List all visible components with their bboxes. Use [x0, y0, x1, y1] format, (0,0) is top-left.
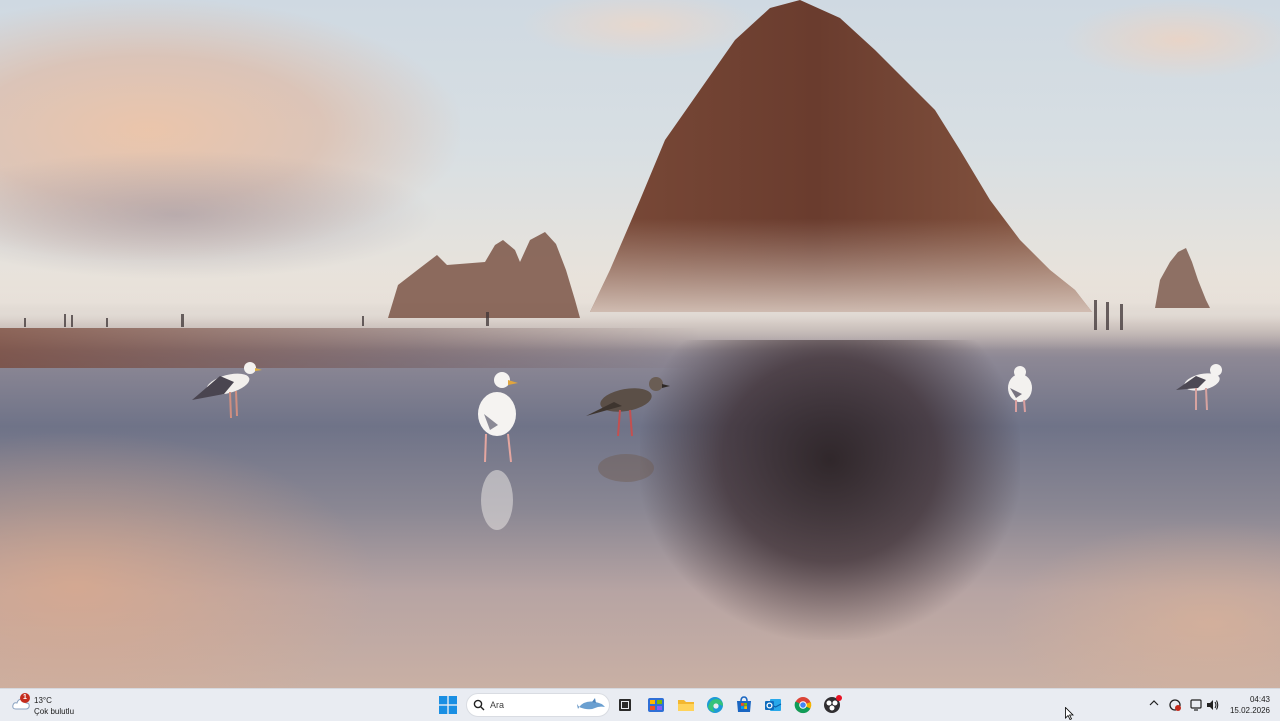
- seagull: [192, 362, 262, 419]
- seagull: [1176, 364, 1222, 411]
- security-shield-icon[interactable]: [1168, 698, 1182, 712]
- sea-stacks: [388, 232, 580, 318]
- volume-icon[interactable]: [1205, 698, 1219, 712]
- taskbar: 1 13°C Çok bulutlu Ara 04:43 15.02.2026: [0, 688, 1280, 721]
- network-icon[interactable]: [1189, 698, 1203, 712]
- outlook-icon[interactable]: [763, 695, 783, 715]
- far-sea-stack: [1155, 248, 1210, 308]
- windows-start-icon[interactable]: [439, 696, 457, 714]
- chevron-up-icon[interactable]: [1149, 699, 1159, 707]
- microsoft-store-icon[interactable]: [734, 695, 754, 715]
- store-bundle-icon[interactable]: [646, 695, 666, 715]
- taskbar-clock[interactable]: 04:43 15.02.2026: [1226, 694, 1270, 716]
- obs-studio-icon[interactable]: [822, 695, 842, 715]
- search-icon: [473, 699, 485, 711]
- clock-date: 15.02.2026: [1229, 706, 1270, 715]
- file-explorer-icon[interactable]: [676, 695, 696, 715]
- desktop-wallpaper: [0, 0, 1280, 688]
- mouse-cursor-icon: [1065, 707, 1074, 720]
- haystack-rock: [590, 0, 1092, 312]
- seagull: [478, 372, 518, 530]
- search-highlight-dolphin-icon: [577, 698, 605, 710]
- taskbar-search-box[interactable]: Ara: [466, 693, 610, 717]
- clock-time: 04:43: [1249, 695, 1270, 704]
- seagull: [586, 377, 670, 482]
- chrome-icon[interactable]: [793, 695, 813, 715]
- seagull: [1008, 366, 1032, 413]
- weather-condition: Çok bulutlu: [34, 707, 75, 716]
- search-placeholder: Ara: [490, 700, 505, 710]
- weather-temperature: 13°C: [34, 696, 52, 705]
- task-view-icon[interactable]: [615, 695, 635, 715]
- weather-alert-badge: 1: [20, 693, 30, 703]
- edge-browser-icon[interactable]: [705, 695, 725, 715]
- weather-widget[interactable]: 1 13°C Çok bulutlu: [10, 692, 100, 718]
- beach-scene: [24, 0, 1222, 530]
